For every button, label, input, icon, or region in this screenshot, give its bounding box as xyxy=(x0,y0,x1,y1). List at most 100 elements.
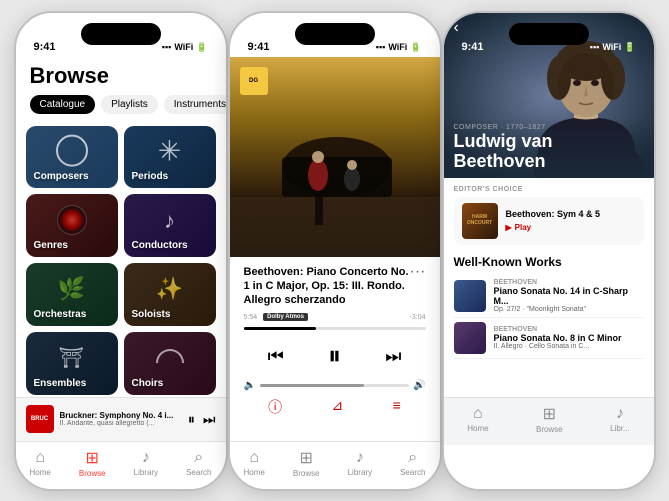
library-icon-3: ♪ xyxy=(616,405,624,423)
status-bar-3: 9:41 ▪▪▪ WiFi 🔋 xyxy=(444,13,654,57)
soloists-label: Soloists xyxy=(132,309,171,320)
progress-bar-bg xyxy=(244,327,426,330)
battery-icon-2: 🔋 xyxy=(410,42,421,53)
wk-item-1[interactable]: BEETHOVEN Piano Sonata No. 8 in C Minor … xyxy=(454,318,644,359)
now-playing-screen: DG ··· Beethoven: Piano Concerto No. 1 xyxy=(230,57,440,489)
grid-item-genres[interactable]: Genres xyxy=(26,194,118,257)
wifi-icon-2: WiFi xyxy=(388,42,407,52)
composers-icon xyxy=(56,134,88,166)
time-3: 9:41 xyxy=(462,41,484,53)
search-icon-2: ⌕ xyxy=(408,449,417,467)
composer-name: Ludwig van Beethoven xyxy=(454,132,644,172)
info-button[interactable]: ⓘ xyxy=(268,397,282,417)
volume-bar-fill xyxy=(260,384,364,387)
grid-item-periods[interactable]: ✳ Periods xyxy=(124,126,216,189)
tab-browse-3[interactable]: ⊞ Browse xyxy=(536,404,563,434)
browse-header: Browse Catalogue Playlists Instruments xyxy=(16,57,226,124)
home-label-1: Home xyxy=(30,468,51,477)
wk-title-1: Piano Sonata No. 8 in C Minor xyxy=(494,333,644,343)
grid-item-orchestras[interactable]: 🌿 Orchestras xyxy=(26,263,118,326)
choirs-label: Choirs xyxy=(132,378,164,389)
ec-album-label: HARMONCOURT xyxy=(467,215,492,226)
tab-bar-2: ⌂ Home ⊞ Browse ♪ Library ⌕ Search xyxy=(230,441,440,489)
library-icon-1: ♪ xyxy=(142,449,150,467)
periods-label: Periods xyxy=(132,171,169,182)
ec-card[interactable]: HARMONCOURT Beethoven: Sym 4 & 5 ▶ Play xyxy=(454,197,644,245)
mini-controls: ⏸ ⏭ xyxy=(188,411,216,428)
home-icon-1: ⌂ xyxy=(35,449,45,467)
mini-player[interactable]: BRUC Bruckner: Symphony No. 4 i... II. A… xyxy=(16,397,226,441)
queue-button[interactable]: ≡ xyxy=(393,397,401,417)
mini-player-title: Bruckner: Symphony No. 4 i... xyxy=(60,411,182,420)
status-icons-3: ▪▪▪ WiFi 🔋 xyxy=(590,42,636,53)
browse-screen: Browse Catalogue Playlists Instruments C… xyxy=(16,57,226,489)
tab-playlists[interactable]: Playlists xyxy=(101,95,158,114)
mini-pause-button[interactable]: ⏸ xyxy=(188,411,195,428)
home-icon-3: ⌂ xyxy=(473,405,483,423)
signal-icon-2: ▪▪▪ xyxy=(376,42,386,52)
wk-item-0[interactable]: BEETHOVEN Piano Sonata No. 14 in C-Sharp… xyxy=(454,275,644,318)
well-known-works: Well-Known Works BEETHOVEN Piano Sonata … xyxy=(454,255,644,359)
home-icon-2: ⌂ xyxy=(249,449,259,467)
airplay-button[interactable]: ⊿ xyxy=(332,397,344,417)
np-volume: 🔈 🔊 xyxy=(230,378,440,393)
tab-library-1[interactable]: ♪ Library xyxy=(134,449,158,477)
grid-item-soloists[interactable]: ✨ Soloists xyxy=(124,263,216,326)
mini-player-info: Bruckner: Symphony No. 4 i... II. Andant… xyxy=(60,411,182,427)
wk-info-1: BEETHOVEN Piano Sonata No. 8 in C Minor … xyxy=(494,326,644,350)
tab-library-3[interactable]: ♪ Libr... xyxy=(610,405,630,433)
library-label-3: Libr... xyxy=(610,424,630,433)
soloists-icon: ✨ xyxy=(156,276,183,302)
wifi-icon-1: WiFi xyxy=(174,42,193,52)
tab-catalogue[interactable]: Catalogue xyxy=(30,95,96,114)
np-badges: 5:54 Dolby Atmos -3:04 xyxy=(230,311,440,323)
tab-browse-2[interactable]: ⊞ Browse xyxy=(293,448,320,478)
grid-item-conductors[interactable]: ♪ Conductors xyxy=(124,194,216,257)
forward-button[interactable]: ⏭ xyxy=(381,342,405,371)
mini-player-subtitle: II. Andante, quasi allegretto (... xyxy=(60,420,182,427)
dynamic-island-1 xyxy=(81,23,161,45)
tab-library-2[interactable]: ♪ Library xyxy=(348,449,372,477)
tab-home-3[interactable]: ⌂ Home xyxy=(467,405,488,433)
phone-composer-detail: 9:41 ▪▪▪ WiFi 🔋 xyxy=(442,11,656,491)
ec-info: Beethoven: Sym 4 & 5 ▶ Play xyxy=(506,209,636,232)
grid-item-choirs[interactable]: Choirs xyxy=(124,332,216,395)
volume-bar-bg[interactable] xyxy=(260,384,409,387)
tab-browse-1[interactable]: ⊞ Browse xyxy=(79,448,106,478)
browse-grid: Composers ✳ Periods Genres ♪ Conductors … xyxy=(16,124,226,397)
browse-icon-3: ⊞ xyxy=(543,404,556,424)
tab-home-1[interactable]: ⌂ Home xyxy=(30,449,51,477)
wk-subtitle-0: Op. 27/2 · "Moonlight Sonata" xyxy=(494,306,644,313)
pause-button[interactable]: ⏸ xyxy=(328,340,341,372)
browse-title: Browse xyxy=(30,63,212,89)
ensembles-icon: ⛩ xyxy=(59,346,84,371)
mini-forward-button[interactable]: ⏭ xyxy=(203,411,216,428)
tab-instruments[interactable]: Instruments xyxy=(164,95,228,114)
tab-search-2[interactable]: ⌕ Search xyxy=(400,449,425,477)
search-label-1: Search xyxy=(186,468,211,477)
phone-now-playing: 9:41 ▪▪▪ WiFi 🔋 DG xyxy=(228,11,442,491)
wk-title-0: Piano Sonata No. 14 in C-Sharp M... xyxy=(494,286,644,306)
ensembles-label: Ensembles xyxy=(34,378,87,389)
rewind-button[interactable]: ⏮ xyxy=(264,342,288,371)
genres-icon xyxy=(57,205,87,235)
mini-album-art: BRUC xyxy=(26,405,54,433)
ec-play-button[interactable]: ▶ Play xyxy=(506,223,636,232)
wk-thumb-0 xyxy=(454,280,486,312)
time-elapsed: 5:54 xyxy=(244,314,258,321)
wk-subtitle-1: II. Allegro · Cello Sonata in C... xyxy=(494,343,644,350)
composer-screen: ‹ COMPOSER · 1770–1827 Ludwig van Beetho… xyxy=(444,13,654,445)
tab-search-1[interactable]: ⌕ Search xyxy=(186,449,211,477)
composer-meta: COMPOSER · 1770–1827 Ludwig van Beethove… xyxy=(444,124,654,172)
grid-item-composers[interactable]: Composers xyxy=(26,126,118,189)
np-more-button[interactable]: ··· xyxy=(410,263,426,281)
tab-home-2[interactable]: ⌂ Home xyxy=(244,449,265,477)
periods-icon: ✳ xyxy=(158,137,181,165)
play-icon: ▶ xyxy=(506,223,512,232)
home-label-3: Home xyxy=(467,424,488,433)
vol-max-icon: 🔊 xyxy=(413,380,425,391)
ec-album-art: HARMONCOURT xyxy=(462,203,498,239)
np-progress[interactable] xyxy=(230,323,440,334)
grid-item-ensembles[interactable]: ⛩ Ensembles xyxy=(26,332,118,395)
conductors-icon: ♪ xyxy=(164,207,175,233)
